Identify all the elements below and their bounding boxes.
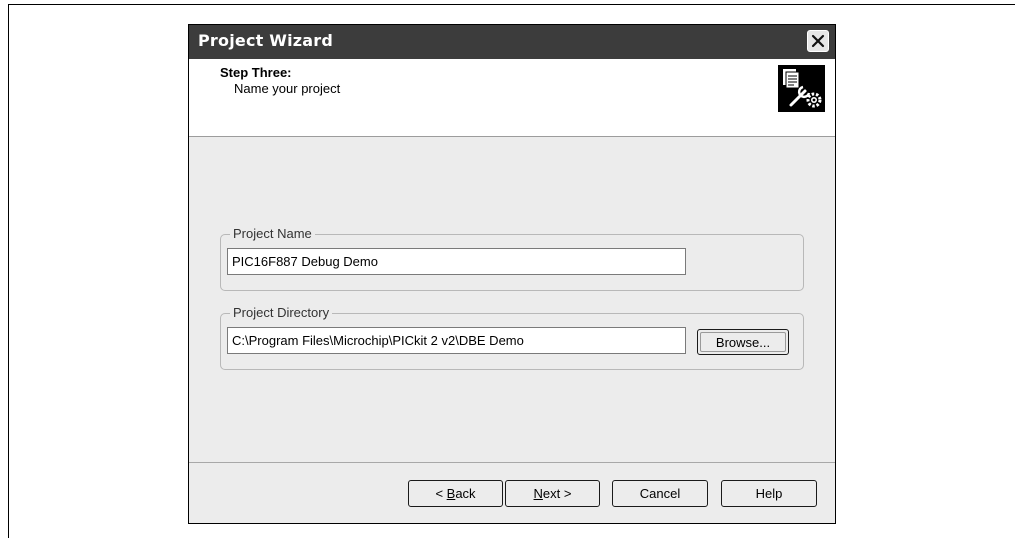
cancel-button[interactable]: Cancel: [612, 480, 708, 507]
wizard-settings-icon: [778, 65, 825, 112]
step-subtitle: Name your project: [234, 81, 341, 96]
close-button[interactable]: [807, 30, 829, 52]
wizard-header: Step Three: Name your project: [189, 59, 835, 137]
step-title: Step Three:: [220, 65, 292, 80]
title-bar[interactable]: Project Wizard: [189, 25, 835, 59]
project-directory-group: Project Directory C:\Program Files\Micro…: [220, 305, 804, 370]
close-icon: [811, 34, 825, 48]
back-button[interactable]: < Back: [408, 480, 503, 507]
project-name-input[interactable]: PIC16F887 Debug Demo: [227, 248, 686, 275]
project-directory-input[interactable]: C:\Program Files\Microchip\PICkit 2 v2\D…: [227, 327, 686, 354]
next-button[interactable]: Next >: [505, 480, 600, 507]
page-border-top: [8, 4, 1015, 5]
window-title: Project Wizard: [198, 31, 334, 50]
project-name-group: Project Name PIC16F887 Debug Demo: [220, 226, 804, 291]
project-directory-label: Project Directory: [230, 305, 333, 320]
page-border-left: [8, 4, 9, 538]
project-name-label: Project Name: [230, 226, 315, 241]
browse-button[interactable]: Browse...: [697, 329, 789, 355]
project-wizard-dialog: Project Wizard Step Three: Name your pro…: [188, 24, 836, 524]
footer-divider: [189, 462, 835, 463]
help-button[interactable]: Help: [721, 480, 817, 507]
